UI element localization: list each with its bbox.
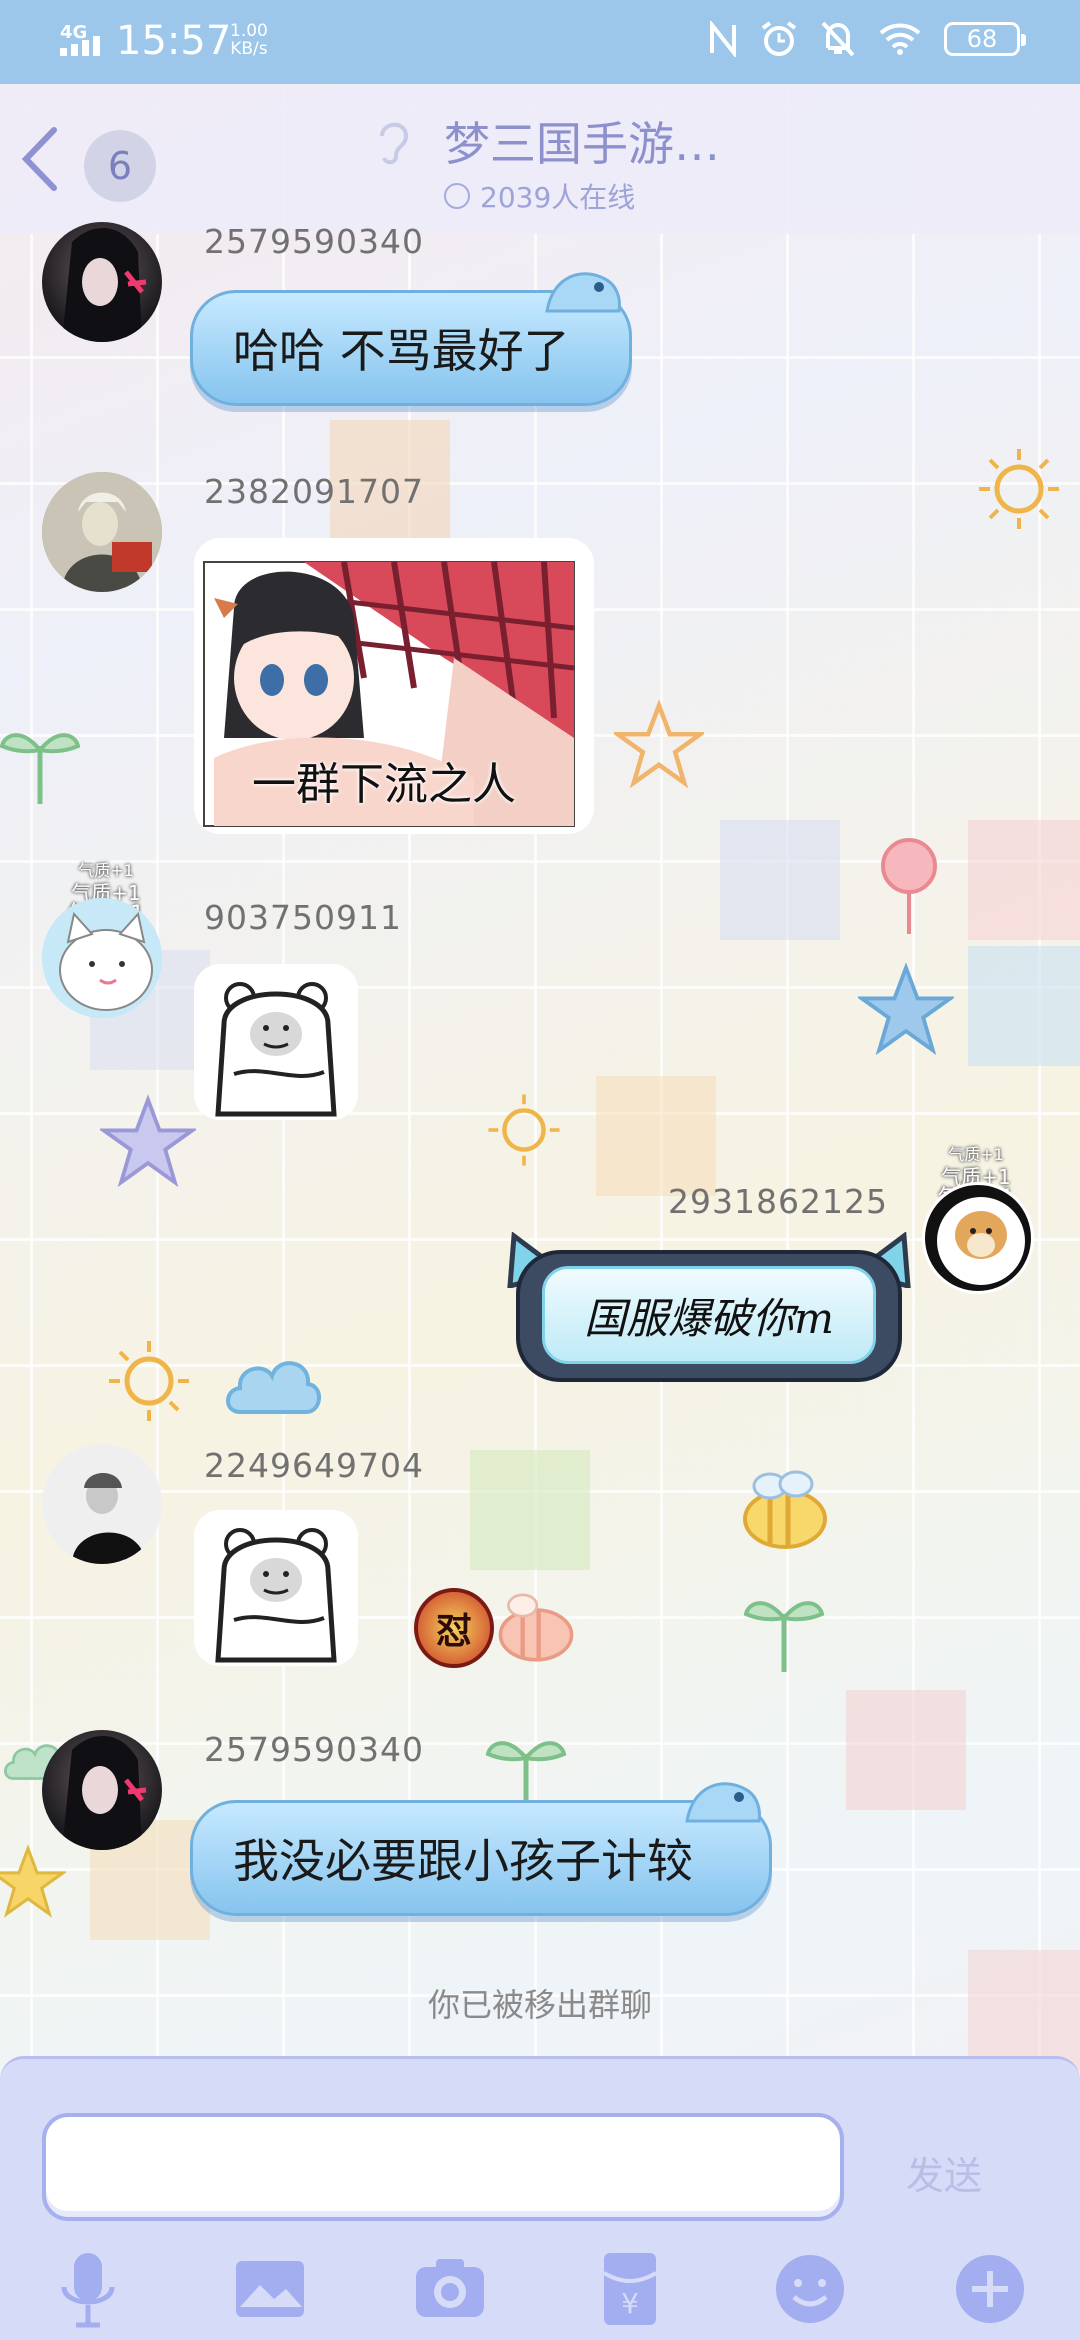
red-packet-symbol: ¥ bbox=[621, 2287, 639, 2320]
bg-tile bbox=[846, 1690, 966, 1810]
sticker-message[interactable] bbox=[194, 964, 358, 1120]
message-text: 哈哈 不骂最好了 bbox=[233, 324, 570, 378]
avatar-art bbox=[42, 1444, 162, 1564]
avatar[interactable] bbox=[42, 1730, 162, 1850]
message-bubble[interactable]: 哈哈 不骂最好了 bbox=[190, 272, 632, 406]
sticker-message[interactable] bbox=[194, 1510, 358, 1666]
bg-tile bbox=[470, 1450, 590, 1570]
avatar[interactable] bbox=[42, 898, 162, 1018]
avatar[interactable] bbox=[42, 472, 162, 592]
avatar-text: CSCA bbox=[960, 1261, 996, 1276]
battery-level: 68 bbox=[966, 25, 998, 53]
sender-id: 2249649704 bbox=[204, 1446, 424, 1485]
bee-doodle-icon bbox=[498, 1593, 574, 1662]
cloud-doodle-icon bbox=[226, 1361, 321, 1414]
sprout-doodle-icon bbox=[485, 1741, 567, 1812]
bg-tile bbox=[968, 820, 1080, 940]
alarm-icon bbox=[761, 21, 797, 56]
message-text: 国服爆破你m bbox=[584, 1293, 834, 1343]
sender-id: 2579590340 bbox=[204, 1730, 424, 1769]
avatar[interactable] bbox=[42, 1444, 162, 1564]
bear-meme-sticker bbox=[215, 982, 337, 1117]
avatar-art bbox=[42, 472, 162, 592]
sender-id: 903750911 bbox=[204, 898, 402, 937]
clock-time: 15:57 bbox=[116, 18, 232, 64]
avatar-art bbox=[62, 228, 147, 342]
star-doodle-icon bbox=[0, 1844, 66, 1918]
microphone-icon[interactable] bbox=[48, 2249, 128, 2329]
chat-header: 6 梦三国手游… 2039人在线 bbox=[0, 84, 1080, 234]
input-toolbar: ¥ bbox=[0, 2243, 1080, 2340]
bubble-ear-icon bbox=[685, 1782, 761, 1823]
avatar[interactable]: CSCA bbox=[922, 1182, 1034, 1294]
wifi-icon bbox=[879, 23, 921, 55]
back-arrow-icon[interactable] bbox=[16, 124, 64, 194]
more-plus-icon[interactable] bbox=[950, 2249, 1030, 2329]
bg-tile bbox=[968, 946, 1080, 1066]
message-bubble[interactable]: 国服爆破你m bbox=[507, 1232, 911, 1390]
camera-icon[interactable] bbox=[410, 2249, 490, 2329]
bg-tile bbox=[720, 820, 840, 940]
online-clock-icon bbox=[444, 183, 470, 209]
emoji-icon[interactable] bbox=[770, 2249, 850, 2329]
flair-text: 气质+1 bbox=[948, 1145, 1004, 1164]
message-bubble[interactable]: 我没必要跟小孩子计较 bbox=[190, 1782, 772, 1916]
reaction-badge[interactable]: 怼 bbox=[414, 1588, 494, 1668]
sender-id: 2931862125 bbox=[668, 1182, 888, 1221]
star-doodle-icon bbox=[614, 700, 704, 789]
sender-id: 2579590340 bbox=[204, 222, 424, 261]
image-icon[interactable] bbox=[230, 2249, 310, 2329]
cat-avatar-icon bbox=[42, 898, 162, 1018]
sun-doodle-icon bbox=[488, 1094, 560, 1166]
star-doodle-icon bbox=[100, 1094, 196, 1188]
message-input[interactable] bbox=[42, 2113, 844, 2221]
message-text: 我没必要跟小孩子计较 bbox=[233, 1834, 693, 1888]
system-notice: 你已被移出群聊 bbox=[427, 1986, 652, 2024]
red-packet-icon[interactable]: ¥ bbox=[590, 2249, 670, 2329]
sun-doodle-icon bbox=[979, 449, 1059, 529]
speed-unit: KB/s bbox=[230, 39, 268, 59]
unread-count-badge[interactable]: 6 bbox=[84, 130, 156, 202]
image-caption: 一群下流之人 bbox=[252, 759, 516, 810]
sun-doodle-icon bbox=[109, 1341, 189, 1421]
bg-tile bbox=[596, 1076, 716, 1196]
send-button[interactable]: 发送 bbox=[906, 2145, 982, 2200]
reaction-text: 怼 bbox=[435, 1611, 472, 1652]
sprout-doodle-icon bbox=[743, 1601, 825, 1672]
sprout-doodle-icon bbox=[0, 733, 80, 804]
status-bar: 4G 15:57 1.00 KB/s 68 bbox=[0, 0, 1080, 84]
flower-doodle-icon bbox=[881, 838, 937, 934]
bubble-inner: 国服爆破你m bbox=[542, 1266, 876, 1364]
nfc-icon bbox=[710, 21, 736, 57]
sender-id: 2382091707 bbox=[204, 472, 424, 511]
group-title[interactable]: 梦三国手游… bbox=[444, 108, 720, 174]
speed-value: 1.00 bbox=[230, 21, 268, 41]
avatar-art bbox=[62, 1736, 147, 1850]
star-doodle-icon bbox=[858, 962, 954, 1056]
online-count: 2039人在线 bbox=[480, 181, 636, 214]
mute-bell-icon bbox=[821, 21, 855, 57]
input-panel: 发送 ¥ bbox=[0, 2056, 1080, 2340]
status-icons: 68 bbox=[708, 20, 1026, 58]
flair-text: 气质+1 bbox=[78, 861, 134, 880]
image-message[interactable]: 一群下流之人 bbox=[194, 538, 594, 834]
ear-icon[interactable] bbox=[372, 116, 412, 166]
bear-meme-sticker bbox=[215, 1528, 337, 1663]
bee-doodle-icon bbox=[743, 1470, 827, 1549]
bubble-ear-icon bbox=[545, 272, 621, 313]
online-status: 2039人在线 bbox=[444, 176, 635, 216]
battery-icon: 68 bbox=[944, 22, 1026, 56]
signal-icon bbox=[60, 36, 100, 56]
avatar[interactable] bbox=[42, 222, 162, 342]
network-speed: 1.00 KB/s bbox=[230, 22, 268, 58]
